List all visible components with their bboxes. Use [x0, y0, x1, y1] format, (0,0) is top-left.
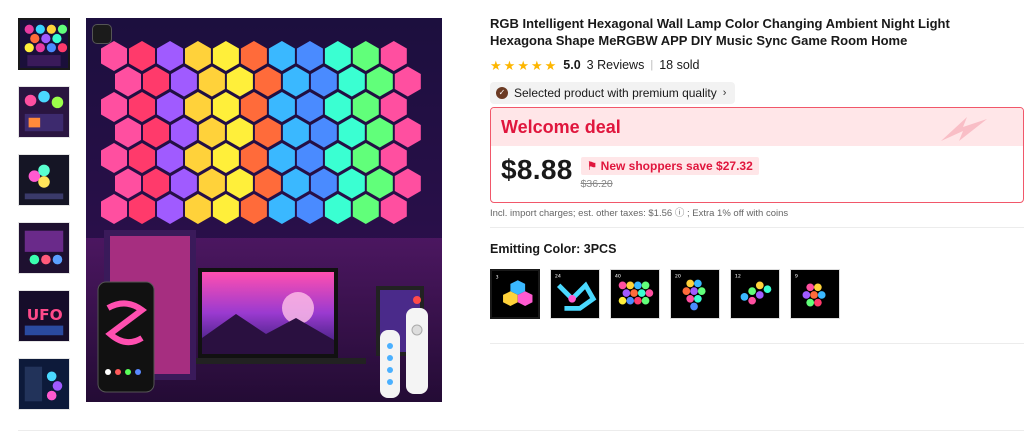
star-icon: ★: [544, 57, 557, 73]
price-details: ⚑ New shoppers save $27.32 $36.20: [580, 157, 759, 190]
divider: [490, 227, 1024, 228]
swatch-20pcs[interactable]: 20: [670, 269, 720, 319]
welcome-deal-box: Welcome deal $8.88 ⚑ New shoppers save $…: [490, 107, 1024, 203]
thumbnail-5[interactable]: UFO: [18, 290, 70, 342]
savings-tag: ⚑ New shoppers save $27.32: [580, 157, 759, 175]
divider-bar: |: [650, 59, 654, 71]
swatch-40pcs[interactable]: 40: [610, 269, 660, 319]
variant-selected-value: 3PCS: [583, 242, 617, 256]
svg-text:20: 20: [675, 274, 681, 280]
swatch-9pcs[interactable]: 9: [790, 269, 840, 319]
original-price: $36.20: [580, 178, 613, 190]
quality-check-icon: ✓: [496, 87, 508, 99]
thumbnail-2[interactable]: [18, 86, 70, 138]
variant-label: Emitting Color: 3PCS: [490, 242, 616, 256]
rating-row: ★ ★ ★ ★ ★ 5.0 3 Reviews | 18 sold: [490, 57, 1024, 73]
sold-count: 18 sold: [659, 58, 700, 72]
variant-swatches: 3 24 40 20 12 9: [490, 269, 840, 319]
tag-icon: ⚑: [586, 159, 601, 173]
thumbnail-list: UFO: [18, 18, 70, 426]
swatch-12pcs[interactable]: 12: [730, 269, 780, 319]
product-title: RGB Intelligent Hexagonal Wall Lamp Colo…: [490, 16, 950, 48]
svg-text:40: 40: [615, 274, 621, 280]
svg-text:12: 12: [735, 274, 741, 280]
svg-text:UFO: UFO: [27, 306, 63, 324]
swatch-24pcs[interactable]: 24: [550, 269, 600, 319]
thumbnail-1[interactable]: [18, 18, 70, 70]
deal-header: Welcome deal: [491, 108, 1023, 146]
chevron-right-icon: ›: [722, 87, 727, 99]
svg-text:3: 3: [496, 274, 499, 280]
product-info-panel: RGB Intelligent Hexagonal Wall Lamp Colo…: [490, 15, 1024, 344]
star-icon: ★: [503, 57, 516, 73]
thumbnail-3[interactable]: [18, 154, 70, 206]
brand-logo-icon: [92, 24, 112, 44]
quality-badge-text: Selected product with premium quality: [514, 86, 717, 100]
savings-text: New shoppers save $27.32: [600, 159, 753, 173]
swatch-3pcs[interactable]: 3: [490, 269, 540, 319]
main-product-image[interactable]: [86, 18, 442, 402]
tax-info-text: Incl. import charges; est. other taxes: …: [490, 208, 789, 219]
svg-text:9: 9: [795, 274, 798, 280]
premium-quality-badge[interactable]: ✓ Selected product with premium quality …: [490, 82, 736, 104]
deal-body: $8.88 ⚑ New shoppers save $27.32 $36.20: [491, 146, 1023, 190]
variant-label-text: Emitting Color:: [490, 242, 581, 256]
lightning-decoration-icon: [941, 117, 987, 141]
star-icon: ★: [517, 57, 529, 73]
bottom-divider: [18, 430, 1024, 431]
star-rating: ★ ★ ★ ★ ★: [490, 59, 556, 72]
thumbnail-6[interactable]: [18, 358, 70, 410]
reviews-link[interactable]: 3 Reviews: [587, 58, 645, 72]
star-icon: ★: [490, 57, 502, 73]
svg-text:24: 24: [555, 274, 561, 280]
divider: [490, 343, 1024, 344]
deal-title: Welcome deal: [501, 117, 621, 137]
rating-value: 5.0: [563, 58, 581, 72]
thumbnail-4[interactable]: [18, 222, 70, 274]
star-icon: ★: [530, 57, 543, 73]
current-price: $8.88: [501, 154, 573, 185]
